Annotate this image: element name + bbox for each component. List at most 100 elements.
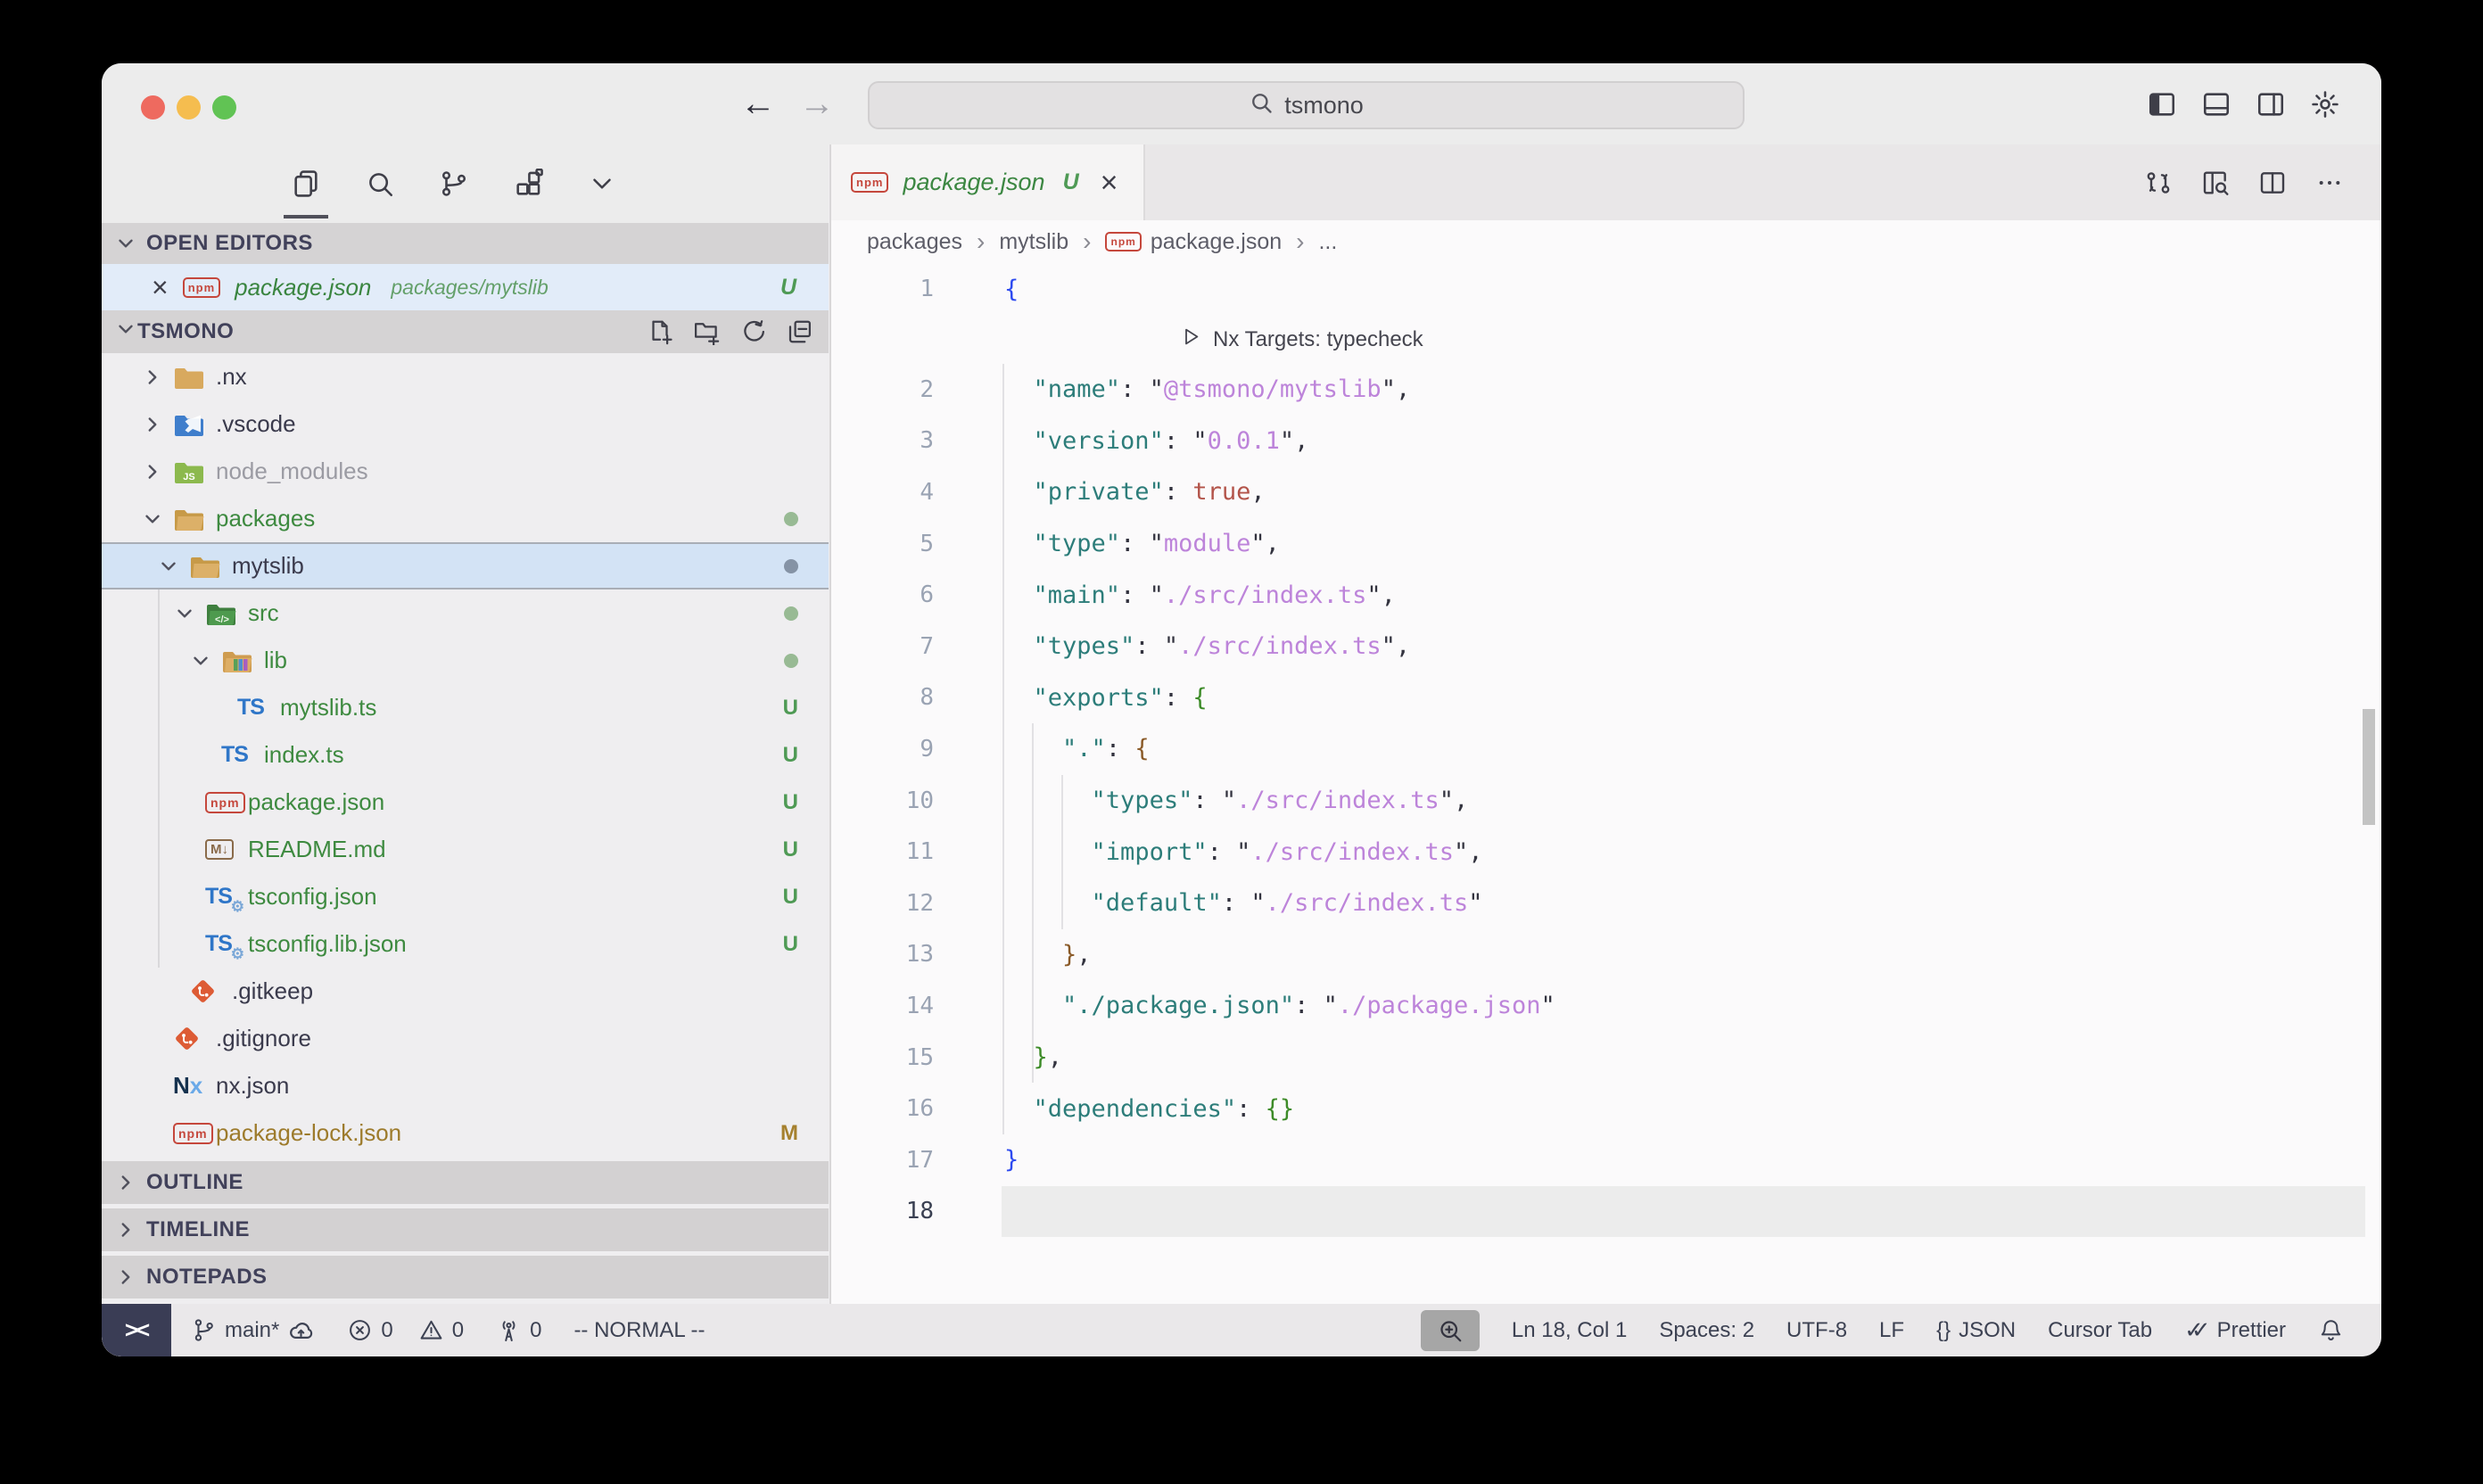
status-encoding[interactable]: UTF-8 bbox=[1786, 1320, 1847, 1341]
minimize-window-button[interactable] bbox=[177, 95, 201, 120]
status-language-mode[interactable]: {}JSON bbox=[1936, 1318, 2016, 1343]
tree-item-tsconfig-lib-json[interactable]: TS⚙tsconfig.lib.jsonU bbox=[102, 920, 829, 968]
codelens-nx-targets[interactable]: Nx Targets: typecheck bbox=[831, 315, 2381, 364]
activity-extensions-icon[interactable] bbox=[513, 169, 543, 199]
breadcrumb-item[interactable]: npmpackage.json bbox=[1105, 229, 1282, 255]
tree-item-label: mytslib.ts bbox=[280, 694, 376, 721]
refresh-icon[interactable] bbox=[739, 318, 766, 345]
status-vim-mode[interactable]: -- NORMAL -- bbox=[573, 1320, 705, 1341]
activity-search-icon[interactable] bbox=[365, 169, 395, 199]
section-outline[interactable]: OUTLINE bbox=[102, 1161, 829, 1204]
tree-item--gitignore[interactable]: .gitignore bbox=[102, 1015, 829, 1062]
sidebar: OPEN EDITORS × npm package.json packages… bbox=[102, 223, 829, 1304]
code-line-9[interactable]: 9 ".": { bbox=[831, 723, 2381, 775]
git-status-badge: M bbox=[780, 1121, 798, 1146]
tree-item-mytslib[interactable]: mytslib bbox=[102, 542, 829, 589]
chevron-down-icon bbox=[157, 555, 189, 578]
panel-bottom-icon[interactable] bbox=[2201, 89, 2231, 120]
open-editors-header[interactable]: OPEN EDITORS bbox=[102, 223, 829, 264]
open-editor-item[interactable]: × npm package.json packages/mytslib U bbox=[102, 264, 829, 310]
status-zoom-indicator[interactable] bbox=[1421, 1310, 1480, 1351]
breadcrumb-item[interactable]: ... bbox=[1318, 229, 1337, 255]
tree-item--gitkeep[interactable]: .gitkeep bbox=[102, 968, 829, 1015]
new-folder-icon[interactable] bbox=[693, 318, 720, 345]
code-line-18[interactable]: 18 bbox=[831, 1186, 2381, 1238]
code-line-7[interactable]: 7 "types": "./src/index.ts", bbox=[831, 621, 2381, 672]
status-prettier[interactable]: ✓✓Prettier bbox=[2184, 1316, 2286, 1344]
chevron-right-icon bbox=[114, 1218, 137, 1241]
close-icon[interactable]: × bbox=[152, 273, 169, 301]
breadcrumb-item[interactable]: packages bbox=[867, 229, 962, 255]
more-actions-icon[interactable] bbox=[2315, 169, 2344, 197]
code-line-14[interactable]: 14 "./package.json": "./package.json" bbox=[831, 980, 2381, 1032]
editor-scrollbar[interactable] bbox=[2363, 709, 2375, 825]
status-cursor-position[interactable]: Ln 18, Col 1 bbox=[1512, 1320, 1627, 1341]
compare-changes-icon[interactable] bbox=[2144, 169, 2173, 197]
tree-item-label: package.json bbox=[248, 788, 384, 816]
tree-item-mytslib-ts[interactable]: TSmytslib.tsU bbox=[102, 684, 829, 731]
tree-item-src[interactable]: </>src bbox=[102, 589, 829, 637]
tree-item-package-lock-json[interactable]: npmpackage-lock.jsonM bbox=[102, 1109, 829, 1157]
command-center-search[interactable]: tsmono bbox=[868, 81, 1745, 129]
code-line-13[interactable]: 13 }, bbox=[831, 929, 2381, 981]
code-line-1[interactable]: 1{ bbox=[831, 263, 2381, 315]
zoom-window-button[interactable] bbox=[212, 95, 236, 120]
code-line-12[interactable]: 12 "default": "./src/index.ts" bbox=[831, 878, 2381, 929]
code-line-17[interactable]: 17} bbox=[831, 1134, 2381, 1186]
chevron-down-icon bbox=[189, 649, 221, 672]
close-window-button[interactable] bbox=[141, 95, 165, 120]
collapse-all-icon[interactable] bbox=[786, 318, 813, 345]
code-line-16[interactable]: 16 "dependencies": {} bbox=[831, 1083, 2381, 1134]
code-line-2[interactable]: 2 "name": "@tsmono/mytslib", bbox=[831, 364, 2381, 416]
code-line-4[interactable]: 4 "private": true, bbox=[831, 466, 2381, 518]
status-git-branch[interactable]: main* bbox=[191, 1316, 315, 1344]
line-number: 10 bbox=[831, 787, 934, 814]
status-problems[interactable]: 00 bbox=[347, 1317, 464, 1343]
code-line-15[interactable]: 15 }, bbox=[831, 1032, 2381, 1084]
forward-button[interactable]: → bbox=[799, 84, 835, 124]
close-tab-icon[interactable]: × bbox=[1101, 168, 1118, 198]
section-timeline[interactable]: TIMELINE bbox=[102, 1208, 829, 1251]
panel-search-icon[interactable] bbox=[2201, 169, 2230, 197]
gear-icon[interactable] bbox=[2310, 89, 2340, 120]
tree-item-index-ts[interactable]: TSindex.tsU bbox=[102, 731, 829, 779]
code-line-5[interactable]: 5 "type": "module", bbox=[831, 518, 2381, 570]
code-line-10[interactable]: 10 "types": "./src/index.ts", bbox=[831, 775, 2381, 827]
back-button[interactable]: ← bbox=[740, 84, 776, 124]
open-editor-path: packages/mytslib bbox=[391, 276, 548, 300]
remote-indicator[interactable]: >< bbox=[102, 1304, 171, 1356]
status-notifications[interactable] bbox=[2318, 1317, 2344, 1343]
breadcrumb-item[interactable]: mytslib bbox=[999, 229, 1068, 255]
section-notepads[interactable]: NOTEPADS bbox=[102, 1256, 829, 1298]
tree-item-lib[interactable]: lib bbox=[102, 637, 829, 684]
status-indentation[interactable]: Spaces: 2 bbox=[1659, 1320, 1754, 1341]
tree-item-packages[interactable]: packages bbox=[102, 495, 829, 542]
tree-item-node-modules[interactable]: JSnode_modules bbox=[102, 448, 829, 495]
git-status-badge: U bbox=[783, 743, 798, 768]
tree-item-readme-md[interactable]: M↓README.mdU bbox=[102, 826, 829, 873]
mag-plus-icon bbox=[1437, 1317, 1464, 1344]
code-line-11[interactable]: 11 "import": "./src/index.ts", bbox=[831, 826, 2381, 878]
panel-right-icon[interactable] bbox=[2256, 89, 2286, 120]
code-line-3[interactable]: 3 "version": "0.0.1", bbox=[831, 416, 2381, 467]
status-eol[interactable]: LF bbox=[1879, 1320, 1904, 1341]
tree-item-tsconfig-json[interactable]: TS⚙tsconfig.jsonU bbox=[102, 873, 829, 920]
tree-item--nx[interactable]: .nx bbox=[102, 353, 829, 400]
activity-source-control-icon[interactable] bbox=[439, 169, 469, 199]
project-section-header[interactable]: TSMONO bbox=[102, 310, 829, 353]
tree-item--vscode[interactable]: .vscode bbox=[102, 400, 829, 448]
status-ports[interactable]: 0 bbox=[496, 1317, 541, 1343]
code-line-8[interactable]: 8 "exports": { bbox=[831, 672, 2381, 724]
chevron-right-icon bbox=[141, 413, 173, 436]
tree-item-nx-json[interactable]: Nxnx.json bbox=[102, 1062, 829, 1109]
npm-icon: npm bbox=[205, 792, 246, 813]
activity-chevron-down-icon[interactable] bbox=[587, 169, 617, 199]
status-cursor-tab[interactable]: Cursor Tab bbox=[2048, 1320, 2152, 1341]
activity-files-icon[interactable] bbox=[291, 169, 321, 199]
new-file-icon[interactable] bbox=[647, 318, 673, 345]
tab-package-json[interactable]: npm package.json U × bbox=[831, 144, 1145, 220]
tree-item-package-json[interactable]: npmpackage.jsonU bbox=[102, 779, 829, 826]
code-line-6[interactable]: 6 "main": "./src/index.ts", bbox=[831, 569, 2381, 621]
panel-left-icon[interactable] bbox=[2147, 89, 2177, 120]
split-editor-icon[interactable] bbox=[2258, 169, 2287, 197]
